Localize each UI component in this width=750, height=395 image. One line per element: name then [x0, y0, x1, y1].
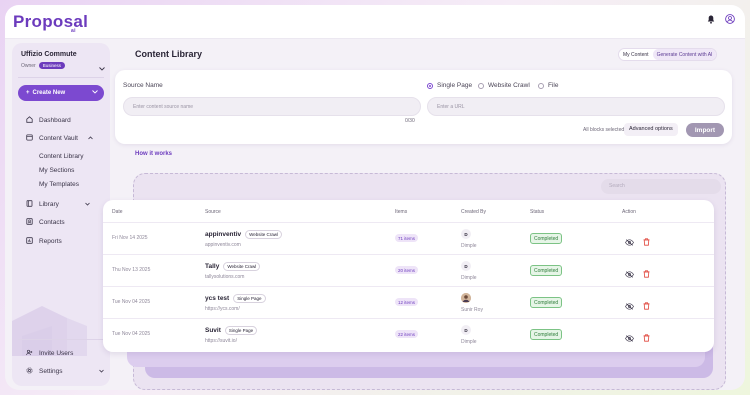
delete-icon[interactable]: [643, 233, 650, 251]
radio-file[interactable]: File: [538, 82, 558, 89]
col-action: Action: [622, 209, 636, 215]
hide-icon[interactable]: [625, 265, 634, 283]
col-source: Source: [205, 209, 221, 215]
radio-single-page[interactable]: Single Page: [427, 82, 472, 89]
chevron-down-icon[interactable]: [99, 58, 105, 76]
sidebar-item-my-templates[interactable]: My Templates: [39, 181, 79, 188]
search-input[interactable]: Search: [601, 179, 721, 194]
char-counter: 0/30: [405, 118, 415, 124]
content-table: Date Source Items Created By Status Acti…: [103, 200, 714, 352]
chart-icon: [26, 237, 33, 246]
chevron-down-icon: [98, 368, 104, 375]
status-badge: Completed: [530, 297, 563, 308]
avatar: [461, 293, 471, 303]
users-icon: [26, 349, 33, 358]
gear-icon: [26, 367, 33, 376]
hide-icon[interactable]: [625, 233, 634, 251]
org-role: Owner Business: [21, 62, 65, 69]
col-status: Status: [530, 209, 545, 215]
source-name-label: Source Name: [123, 82, 163, 89]
delete-icon[interactable]: [643, 329, 650, 347]
sidebar-item-library[interactable]: Library: [26, 200, 90, 209]
sidebar-item-content-vault[interactable]: Content Vault: [26, 134, 93, 143]
building-illustration: [12, 306, 87, 356]
home-icon: [26, 116, 33, 125]
page-title: Content Library: [135, 49, 203, 59]
content-toggle: My Content Generate Content with AI: [618, 48, 718, 61]
table-row[interactable]: Tue Nov 04 2025 Suvit Single Page https:/…: [103, 318, 714, 350]
invite-users-button[interactable]: Invite Users: [26, 349, 73, 358]
table-row[interactable]: Thu Nov 13 2025 Tally Website Crawl tally…: [103, 254, 714, 286]
col-date: Date: [112, 209, 123, 215]
logo[interactable]: Proposal ai: [13, 12, 88, 34]
col-items: Items: [395, 209, 408, 215]
sidebar-item-contacts[interactable]: Contacts: [26, 218, 65, 227]
vault-icon: [26, 134, 33, 143]
contacts-icon: [26, 218, 33, 227]
user-avatar-icon[interactable]: [725, 14, 735, 24]
app-frame: Proposal ai Uffizio Commute Owner Busines…: [5, 5, 745, 390]
create-new-button[interactable]: + Create New: [18, 85, 104, 101]
tab-generate-with-ai[interactable]: Generate Content with AI: [652, 49, 717, 60]
status-badge: Completed: [530, 329, 563, 340]
sidebar-item-content-library[interactable]: Content Library: [39, 153, 83, 160]
tab-my-content[interactable]: My Content: [619, 49, 653, 60]
sidebar-item-my-sections[interactable]: My Sections: [39, 167, 74, 174]
avatar: D: [461, 325, 471, 335]
radio-website-crawl[interactable]: Website Crawl: [478, 82, 530, 89]
delete-icon[interactable]: [643, 297, 650, 315]
hide-icon[interactable]: [625, 329, 634, 347]
col-created-by: Created By: [461, 209, 487, 215]
source-name-input[interactable]: Enter content source name: [123, 97, 421, 116]
import-card: Source Name Enter content source name 0/…: [115, 70, 732, 144]
top-bar: Proposal ai: [5, 5, 745, 39]
delete-icon[interactable]: [643, 265, 650, 283]
sidebar-item-dashboard[interactable]: Dashboard: [26, 116, 71, 125]
chevron-up-icon: [88, 135, 93, 142]
book-icon: [26, 200, 33, 209]
chevron-down-icon: [92, 90, 98, 96]
table-row[interactable]: Fri Nov 14 2025 appinventiv Website Crawl…: [103, 222, 714, 254]
settings-button[interactable]: Settings: [26, 367, 104, 376]
sidebar-item-reports[interactable]: Reports: [26, 237, 62, 246]
advanced-options-button[interactable]: Advanced options: [624, 123, 678, 136]
avatar: D: [461, 229, 471, 239]
table-row[interactable]: Tue Nov 04 2025 ycs test Single Page http…: [103, 286, 714, 318]
chevron-down-icon: [85, 201, 90, 208]
org-name[interactable]: Uffizio Commute: [21, 51, 77, 58]
blocks-selected-text[interactable]: All blocks selected: [583, 127, 624, 133]
url-input[interactable]: Enter a URL: [427, 97, 725, 116]
hide-icon[interactable]: [625, 297, 634, 315]
how-it-works-link[interactable]: How it works: [135, 151, 172, 157]
import-button[interactable]: Import: [686, 123, 724, 137]
bell-icon[interactable]: [707, 15, 715, 24]
plan-badge: Business: [38, 62, 65, 69]
status-badge: Completed: [530, 233, 563, 244]
status-badge: Completed: [530, 265, 563, 276]
sidebar: Uffizio Commute Owner Business + Create N…: [12, 43, 110, 386]
avatar: D: [461, 261, 471, 271]
